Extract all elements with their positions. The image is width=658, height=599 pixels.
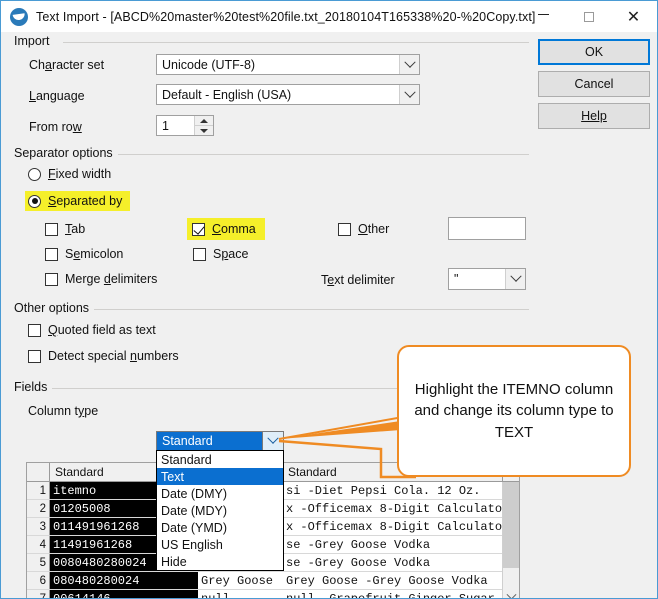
from-row-label: From row xyxy=(29,120,82,134)
other-label: Other xyxy=(358,222,390,236)
instruction-callout-text: Highlight the ITEMNO column and change i… xyxy=(414,381,614,441)
column-type-value: Standard xyxy=(162,434,213,448)
table-cell: Grey Goose -Grey Goose Vodka xyxy=(286,573,488,588)
table-row[interactable]: 6 080480280024 Grey Goose Grey Goose -Gr… xyxy=(27,572,519,590)
chevron-down-icon[interactable] xyxy=(399,85,419,104)
import-group-rule xyxy=(63,42,529,43)
fields-group-label: Fields xyxy=(14,380,53,394)
table-row[interactable]: 7 00614146 null null -Grapefruit Ginger … xyxy=(27,590,519,599)
chevron-down-icon[interactable] xyxy=(399,55,419,74)
help-button-label: Help xyxy=(581,109,607,123)
dropdown-option-text[interactable]: Text xyxy=(157,468,283,485)
preview-corner-cell xyxy=(27,463,50,481)
vertical-scroll-thumb[interactable] xyxy=(503,482,519,568)
table-cell: null xyxy=(201,592,230,599)
chevron-down-icon[interactable] xyxy=(505,269,525,289)
language-value: Default - English (USA) xyxy=(162,87,292,102)
quoted-field-as-text-checkbox[interactable]: Quoted field as text xyxy=(28,323,156,337)
dropdown-option-hide[interactable]: Hide xyxy=(157,553,283,570)
table-cell: x -Officemax 8-Digit Calculator F xyxy=(286,501,503,516)
help-button[interactable]: Help xyxy=(538,103,650,129)
cancel-button[interactable]: Cancel xyxy=(538,71,650,97)
dropdown-option-us-english[interactable]: US English xyxy=(157,536,283,553)
scroll-down-icon[interactable] xyxy=(503,589,519,598)
row-number: 1 xyxy=(27,482,50,499)
from-row-spinner[interactable]: 1 xyxy=(156,115,214,136)
table-cell: se -Grey Goose Vodka xyxy=(286,537,431,552)
character-set-combo[interactable]: Unicode (UTF-8) xyxy=(156,54,420,75)
space-label: Space xyxy=(213,247,249,261)
character-set-label: Character set xyxy=(29,58,105,72)
dialog-body: Import Character set Unicode (UTF-8) Lan… xyxy=(1,32,657,598)
close-icon: ✕ xyxy=(626,6,641,26)
fixed-width-label: Fixed width xyxy=(48,167,112,181)
dropdown-option-date-mdy[interactable]: Date (MDY) xyxy=(157,502,283,519)
ok-button[interactable]: OK xyxy=(538,39,650,65)
merge-delimiters-checkbox[interactable]: Merge delimiters xyxy=(45,272,157,286)
column-type-combo[interactable]: Standard xyxy=(156,431,284,451)
separated-by-label: Separated by xyxy=(48,194,123,208)
instruction-callout: Highlight the ITEMNO column and change i… xyxy=(397,345,631,477)
libreoffice-calc-icon xyxy=(10,7,28,26)
from-row-value: 1 xyxy=(162,118,169,133)
row-number: 2 xyxy=(27,500,50,517)
text-delimiter-label: Text delimiter xyxy=(321,273,395,287)
table-cell: 080480280024 xyxy=(50,572,198,589)
merge-delimiters-label: Merge delimiters xyxy=(65,272,158,286)
close-button[interactable]: ✕ xyxy=(611,1,656,32)
row-number: 4 xyxy=(27,536,50,553)
separated-by-radio[interactable]: Separated by xyxy=(25,191,131,211)
ok-button-label: OK xyxy=(584,45,604,59)
minimize-button[interactable] xyxy=(521,1,566,32)
space-checkbox[interactable]: Space xyxy=(193,247,248,261)
row-number: 7 xyxy=(27,590,50,598)
table-cell: 00614146 xyxy=(50,590,198,598)
callout-connector xyxy=(278,417,416,479)
cancel-button-label: Cancel xyxy=(574,77,614,91)
other-options-group-label: Other options xyxy=(14,301,95,315)
dropdown-option-date-dmy[interactable]: Date (DMY) xyxy=(157,485,283,502)
preview-vertical-scrollbar[interactable]: ▲ xyxy=(502,482,519,598)
text-delimiter-value: " xyxy=(454,272,459,286)
text-delimiter-combo[interactable]: " xyxy=(448,268,526,290)
dropdown-option-date-ymd[interactable]: Date (YMD) xyxy=(157,519,283,536)
title-bar: Text Import - [ABCD%20master%20test%20fi… xyxy=(1,1,657,32)
table-cell: Grey Goose xyxy=(201,573,274,588)
quoted-field-as-text-label: Quoted field as text xyxy=(48,323,156,337)
tab-checkbox[interactable]: Tab xyxy=(45,222,85,236)
table-cell: si -Diet Pepsi Cola. 12 Oz. xyxy=(286,483,481,498)
table-cell: x -Officemax 8-Digit Calculator F xyxy=(286,519,503,534)
language-combo[interactable]: Default - English (USA) xyxy=(156,84,420,105)
character-set-value: Unicode (UTF-8) xyxy=(162,57,256,72)
dropdown-option-standard[interactable]: Standard xyxy=(157,451,283,468)
maximize-button[interactable] xyxy=(566,1,611,32)
import-group-label: Import xyxy=(14,34,55,48)
from-row-decrement[interactable] xyxy=(195,126,213,135)
detect-special-numbers-checkbox[interactable]: Detect special numbers xyxy=(28,349,179,363)
row-number: 6 xyxy=(27,572,50,589)
comma-checkbox[interactable]: Comma xyxy=(187,218,265,240)
other-checkbox[interactable]: Other xyxy=(338,222,389,236)
table-cell: se -Grey Goose Vodka xyxy=(286,555,431,570)
tab-label: Tab xyxy=(65,222,86,236)
column-type-dropdown-list[interactable]: Standard Text Date (DMY) Date (MDY) Date… xyxy=(156,450,284,571)
language-label: Language xyxy=(29,89,85,103)
table-cell: null -Grapefruit Ginger Sugar Scrub xyxy=(286,592,503,599)
separator-options-group-rule xyxy=(112,154,529,155)
other-options-group-rule xyxy=(90,309,529,310)
fixed-width-radio[interactable]: Fixed width xyxy=(28,167,111,181)
separator-options-group-label: Separator options xyxy=(14,146,118,160)
detect-special-numbers-label: Detect special numbers xyxy=(48,349,179,363)
comma-label: Comma xyxy=(212,222,256,236)
semicolon-label: Semicolon xyxy=(65,247,124,261)
text-import-dialog: Text Import - [ABCD%20master%20test%20fi… xyxy=(0,0,658,599)
row-number: 3 xyxy=(27,518,50,535)
window-title: Text Import - [ABCD%20master%20test%20fi… xyxy=(36,9,536,24)
row-number: 5 xyxy=(27,554,50,571)
from-row-increment[interactable] xyxy=(195,116,213,126)
column-type-label: Column type xyxy=(28,404,99,418)
other-separator-input[interactable] xyxy=(448,217,526,240)
semicolon-checkbox[interactable]: Semicolon xyxy=(45,247,123,261)
